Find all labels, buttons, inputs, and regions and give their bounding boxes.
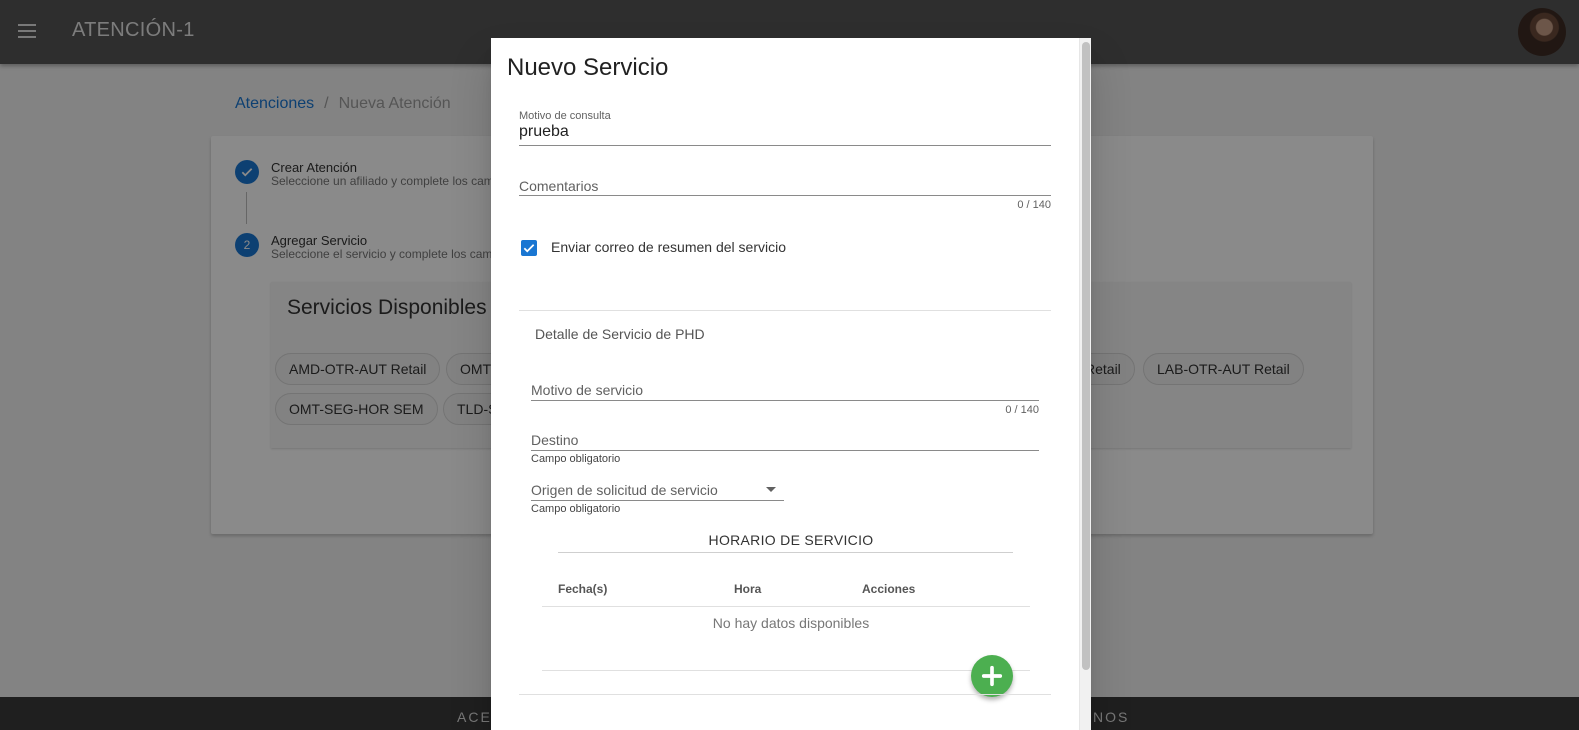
motivo-consulta-label: Motivo de consulta xyxy=(519,110,611,122)
table-empty-message: No hay datos disponibles xyxy=(712,615,870,631)
destino-hint: Campo obligatorio xyxy=(531,453,621,465)
horario-title: HORARIO DE SERVICIO xyxy=(708,532,874,548)
motivo-consulta-value: prueba xyxy=(519,123,569,140)
destino-field[interactable]: Destino Campo obligatorio xyxy=(531,431,1039,467)
motivo-servicio-field[interactable]: Motivo de servicio 0 / 140 xyxy=(531,381,1039,417)
scrollbar-thumb[interactable] xyxy=(1082,42,1090,670)
checkmark-icon xyxy=(523,244,535,253)
nuevo-servicio-dialog: Nuevo Servicio Motivo de consulta prueba… xyxy=(491,38,1091,730)
detalle-section-title: Detalle de Servicio de PHD xyxy=(535,326,705,342)
motivo-servicio-counter: 0 / 140 xyxy=(1005,404,1039,416)
origen-label: Origen de solicitud de servicio xyxy=(531,482,718,498)
table-header-hora[interactable]: Hora xyxy=(734,582,761,596)
origen-select[interactable]: Origen de solicitud de servicio Campo ob… xyxy=(531,481,784,517)
motivo-servicio-label: Motivo de servicio xyxy=(531,382,644,398)
dialog-scrollbar[interactable] xyxy=(1079,38,1091,730)
motivo-consulta-field[interactable]: Motivo de consulta prueba xyxy=(519,110,1051,150)
comentarios-counter: 0 / 140 xyxy=(1017,199,1051,211)
comentarios-label: Comentarios xyxy=(519,178,599,194)
email-checkbox-label[interactable]: Enviar correo de resumen del servicio xyxy=(551,239,786,255)
dialog-title: Nuevo Servicio xyxy=(507,54,669,81)
table-header-divider xyxy=(542,606,1030,607)
chevron-down-icon[interactable] xyxy=(766,487,776,492)
divider xyxy=(519,310,1051,311)
add-horario-button[interactable] xyxy=(971,655,1013,697)
origen-hint: Campo obligatorio xyxy=(531,503,621,515)
divider xyxy=(558,552,1013,553)
email-checkbox[interactable] xyxy=(521,240,537,256)
table-header-fechas[interactable]: Fecha(s) xyxy=(558,582,607,596)
destino-label: Destino xyxy=(531,432,579,448)
table-footer-divider xyxy=(542,670,1030,671)
table-header-acciones[interactable]: Acciones xyxy=(862,582,915,596)
divider xyxy=(519,694,1051,695)
comentarios-field[interactable]: Comentarios 0 / 140 xyxy=(519,176,1051,212)
plus-icon xyxy=(981,665,1003,687)
